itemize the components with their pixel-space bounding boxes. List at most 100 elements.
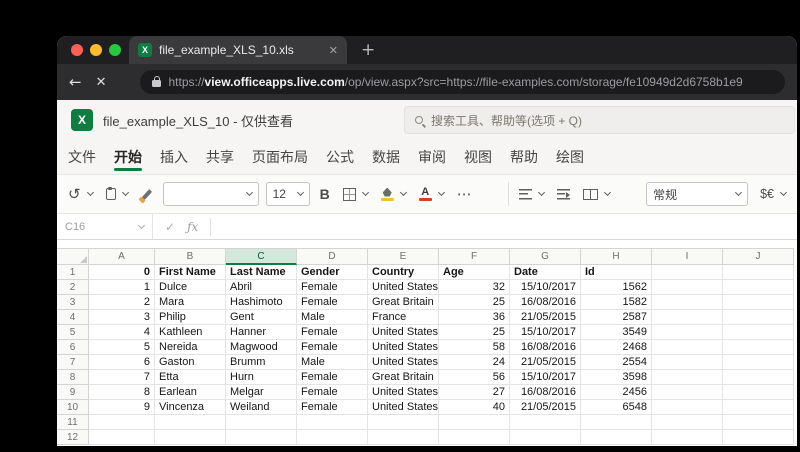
more-font-options-button[interactable]: ⋯ xyxy=(454,181,475,207)
cell-A1[interactable]: 0 xyxy=(89,265,155,280)
cell-D8[interactable]: Female xyxy=(297,370,368,385)
cell-A12[interactable] xyxy=(89,430,155,445)
cell-H6[interactable]: 2468 xyxy=(581,340,652,355)
close-window-button[interactable] xyxy=(71,44,83,56)
cell-G10[interactable]: 21/05/2015 xyxy=(510,400,581,415)
row-header-9[interactable]: 9 xyxy=(57,385,89,400)
browser-tab[interactable]: X file_example_XLS_10.xls ✕ xyxy=(129,36,347,64)
row-header-8[interactable]: 8 xyxy=(57,370,89,385)
cell-H3[interactable]: 1582 xyxy=(581,295,652,310)
cell-E2[interactable]: United States xyxy=(368,280,439,295)
cell-F5[interactable]: 25 xyxy=(439,325,510,340)
cell-F6[interactable]: 58 xyxy=(439,340,510,355)
cell-J1[interactable] xyxy=(723,265,794,280)
cell-F1[interactable]: Age xyxy=(439,265,510,280)
row-header-1[interactable]: 1 xyxy=(57,265,89,280)
cell-I3[interactable] xyxy=(652,295,723,310)
tab-close-icon[interactable]: ✕ xyxy=(329,44,338,57)
minimize-window-button[interactable] xyxy=(90,44,102,56)
name-box[interactable]: C16 xyxy=(57,214,153,239)
cell-C11[interactable] xyxy=(226,415,297,430)
select-all-corner[interactable] xyxy=(57,248,89,265)
cell-J6[interactable] xyxy=(723,340,794,355)
cell-A10[interactable]: 9 xyxy=(89,400,155,415)
cell-H12[interactable] xyxy=(581,430,652,445)
cell-C9[interactable]: Melgar xyxy=(226,385,297,400)
menu-tab-data[interactable]: 数据 xyxy=(363,140,409,174)
cell-D10[interactable]: Female xyxy=(297,400,368,415)
cell-B7[interactable]: Gaston xyxy=(155,355,226,370)
cell-B3[interactable]: Mara xyxy=(155,295,226,310)
cell-E10[interactable]: United States xyxy=(368,400,439,415)
row-header-5[interactable]: 5 xyxy=(57,325,89,340)
new-tab-button[interactable]: + xyxy=(361,41,375,59)
cell-F4[interactable]: 36 xyxy=(439,310,510,325)
cell-J9[interactable] xyxy=(723,385,794,400)
bold-button[interactable]: B xyxy=(317,181,333,207)
merge-center-button[interactable] xyxy=(580,181,613,207)
menu-tab-file[interactable]: 文件 xyxy=(59,140,105,174)
cell-F9[interactable]: 27 xyxy=(439,385,510,400)
cell-H1[interactable]: Id xyxy=(581,265,652,280)
cell-I12[interactable] xyxy=(652,430,723,445)
cell-C3[interactable]: Hashimoto xyxy=(226,295,297,310)
cell-E4[interactable]: France xyxy=(368,310,439,325)
cell-G11[interactable] xyxy=(510,415,581,430)
cell-J10[interactable] xyxy=(723,400,794,415)
cell-G5[interactable]: 15/10/2017 xyxy=(510,325,581,340)
row-header-6[interactable]: 6 xyxy=(57,340,89,355)
number-format-select[interactable]: 常规 xyxy=(646,182,749,206)
currency-format-button[interactable]: $€ xyxy=(757,181,789,207)
cell-H7[interactable]: 2554 xyxy=(581,355,652,370)
cell-G4[interactable]: 21/05/2015 xyxy=(510,310,581,325)
cell-D2[interactable]: Female xyxy=(297,280,368,295)
cell-C10[interactable]: Weiland xyxy=(226,400,297,415)
stop-button[interactable]: ✕ xyxy=(96,76,107,89)
column-header-C[interactable]: C xyxy=(226,248,297,265)
cell-B12[interactable] xyxy=(155,430,226,445)
row-header-2[interactable]: 2 xyxy=(57,280,89,295)
cell-A2[interactable]: 1 xyxy=(89,280,155,295)
format-painter-button[interactable] xyxy=(138,181,156,207)
column-header-D[interactable]: D xyxy=(297,248,368,265)
zoom-window-button[interactable] xyxy=(109,44,121,56)
cell-J7[interactable] xyxy=(723,355,794,370)
menu-tab-review[interactable]: 审阅 xyxy=(409,140,455,174)
column-header-E[interactable]: E xyxy=(368,248,439,265)
cell-B11[interactable] xyxy=(155,415,226,430)
menu-tab-draw[interactable]: 绘图 xyxy=(547,140,593,174)
menu-tab-formulas[interactable]: 公式 xyxy=(317,140,363,174)
column-header-H[interactable]: H xyxy=(581,248,652,265)
cell-E5[interactable]: United States xyxy=(368,325,439,340)
cell-J12[interactable] xyxy=(723,430,794,445)
cell-A8[interactable]: 7 xyxy=(89,370,155,385)
cell-I5[interactable] xyxy=(652,325,723,340)
cell-A6[interactable]: 5 xyxy=(89,340,155,355)
cell-B6[interactable]: Nereida xyxy=(155,340,226,355)
cell-H8[interactable]: 3598 xyxy=(581,370,652,385)
row-header-12[interactable]: 12 xyxy=(57,430,89,445)
cell-B5[interactable]: Kathleen xyxy=(155,325,226,340)
cell-I2[interactable] xyxy=(652,280,723,295)
search-box[interactable]: 搜索工具、帮助等(选项 + Q) xyxy=(404,106,795,134)
menu-tab-page-layout[interactable]: 页面布局 xyxy=(243,140,317,174)
cell-I1[interactable] xyxy=(652,265,723,280)
cell-G6[interactable]: 16/08/2016 xyxy=(510,340,581,355)
cell-G7[interactable]: 21/05/2015 xyxy=(510,355,581,370)
cell-D7[interactable]: Male xyxy=(297,355,368,370)
wrap-text-button[interactable] xyxy=(554,181,573,207)
cell-I7[interactable] xyxy=(652,355,723,370)
row-header-3[interactable]: 3 xyxy=(57,295,89,310)
cell-C7[interactable]: Brumm xyxy=(226,355,297,370)
cell-E3[interactable]: Great Britain xyxy=(368,295,439,310)
cell-D4[interactable]: Male xyxy=(297,310,368,325)
row-header-4[interactable]: 4 xyxy=(57,310,89,325)
font-color-button[interactable]: A xyxy=(416,181,447,207)
cell-C8[interactable]: Hurn xyxy=(226,370,297,385)
cell-F8[interactable]: 56 xyxy=(439,370,510,385)
cell-B1[interactable]: First Name xyxy=(155,265,226,280)
address-bar[interactable]: https://view.officeapps.live.com/op/view… xyxy=(140,70,785,94)
cell-H2[interactable]: 1562 xyxy=(581,280,652,295)
fx-icon[interactable]: ƒx xyxy=(187,220,198,234)
back-button[interactable]: ← xyxy=(69,74,82,90)
